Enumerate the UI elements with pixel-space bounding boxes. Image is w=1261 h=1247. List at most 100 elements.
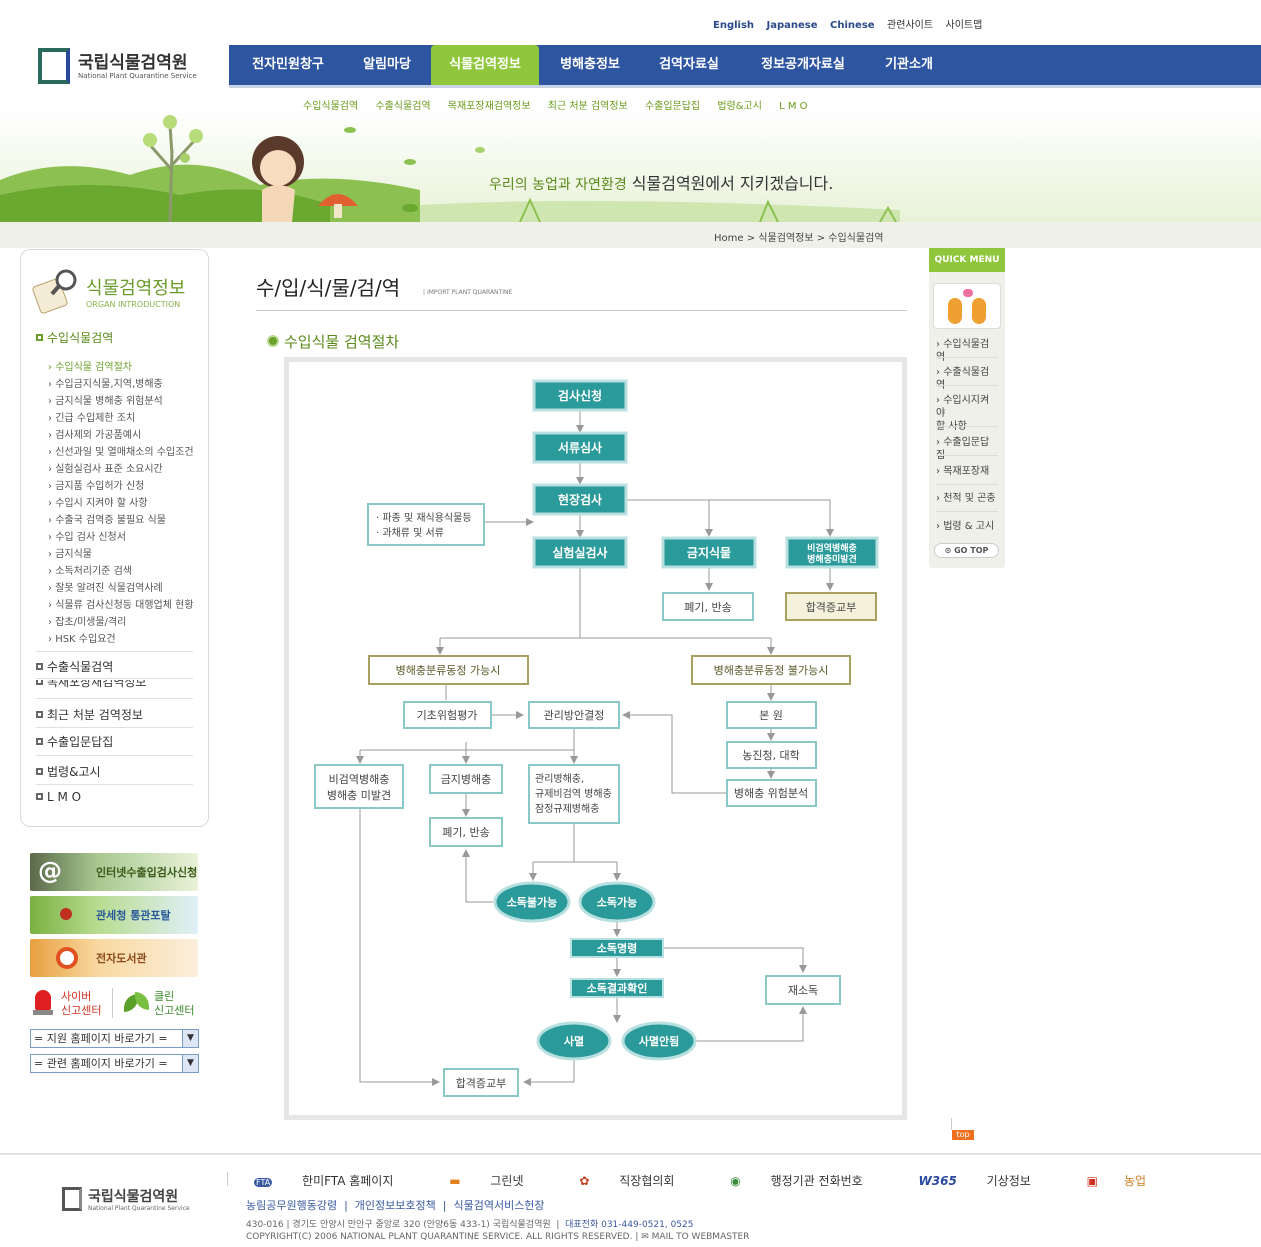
node-discard-return-2: 폐기, 반송	[429, 817, 503, 847]
mail-webmaster-link[interactable]: MAIL TO WEBMASTER	[652, 1232, 750, 1242]
node-prohibited-pest: 금지병해충	[429, 764, 503, 794]
footer-policy-link[interactable]: 식물검역서비스헌장	[453, 1199, 544, 1212]
node-headquarters: 본 원	[726, 701, 817, 729]
footer-link-label: 한미FTA 홈페이지	[302, 1174, 394, 1188]
node-label: 병해충분류동정 가능시	[396, 663, 501, 677]
node-request: 검사신청	[532, 379, 628, 412]
node-label: 현장검사	[558, 492, 602, 507]
footer-link-agriculture[interactable]: ▣ 농업	[1087, 1174, 1172, 1188]
node-label: 농진청, 대학	[742, 749, 800, 762]
node-killed: 사멸	[536, 1021, 612, 1061]
node-pest-risk-analysis: 병해충 위험분석	[726, 779, 817, 807]
node-label: 소독결과확인	[587, 981, 648, 995]
node-label: · 파종 및 재식용식물등	[376, 512, 472, 524]
node-label: 규제비검역 병해충	[535, 787, 612, 800]
node-label: 본 원	[759, 709, 783, 722]
node-basic-risk: 기초위험평가	[403, 701, 492, 729]
node-lab-test: 실험실검사	[532, 536, 628, 569]
quick-item-qa[interactable]: › 수출입문답집	[936, 436, 998, 462]
footer-link-fta[interactable]: FTA 한미FTA 홈페이지	[254, 1174, 419, 1188]
node-label: 병해충미발견	[807, 553, 857, 565]
quick-menu-people-icon	[933, 283, 1001, 329]
divider	[936, 455, 998, 456]
divider	[936, 426, 998, 427]
node-label: 금지식물	[687, 545, 731, 560]
footer-logo-kr: 국립식물검역원	[88, 1189, 179, 1205]
node-label: 합격증교부	[806, 601, 857, 614]
footer-link-label: 기상정보	[986, 1174, 1031, 1188]
agriculture-icon: ▣	[1086, 1174, 1099, 1188]
divider	[936, 511, 998, 512]
node-label: · 과채류 및 서류	[376, 527, 444, 539]
divider	[936, 385, 998, 386]
go-top-label: GO TOP	[954, 546, 989, 555]
footer-link-label: 그린넷	[490, 1174, 524, 1188]
quick-item-label: 수출입문답집	[936, 437, 990, 461]
quick-item-label: 목재포장재	[943, 466, 990, 477]
node-label: 폐기, 반송	[684, 601, 731, 614]
footer-logo: 국립식물검역원 National Plant Quarantine Servic…	[58, 1183, 228, 1219]
quick-item-insects[interactable]: › 천적 및 곤충	[936, 492, 998, 505]
node-label: 병해충분류동정 불가능시	[714, 663, 829, 677]
footer-link-weather[interactable]: W365 기상정보	[919, 1174, 1057, 1188]
node-non-quarantine-pest: 비검역병해충 병해충미발견	[785, 536, 879, 569]
footer-logo-en: National Plant Quarantine Service	[88, 1205, 190, 1212]
node-label: 사멸안됨	[639, 1034, 679, 1048]
node-regulated-pest: 관리병해충, 규제비검역 병해충 잠정규제병해충	[528, 764, 620, 824]
node-label: 소독가능	[597, 895, 637, 909]
node-certificate: 합격증교부	[785, 592, 877, 621]
mail-icon: ✉	[641, 1232, 649, 1242]
quick-item-rules[interactable]: › 수입시지켜야 할 사항	[936, 394, 998, 433]
quick-item-label: 천적 및 곤충	[943, 493, 996, 504]
node-label: 잠정규제병해충	[535, 802, 599, 815]
go-top-button[interactable]: ⊙ GO TOP	[934, 543, 999, 558]
flowchart-svg: 검사신청 서류심사 현장검사 · 파종 및 재식용식물등 · 과채류 및 서류 …	[314, 379, 879, 1097]
top-button[interactable]: top	[952, 1130, 974, 1140]
arrow-up-icon: ⊙	[944, 546, 952, 555]
copyright-text: COPYRIGHT(C) 2006 NATIONAL PLANT QUARANT…	[246, 1232, 633, 1242]
quick-item-label: 수입식물검역	[936, 339, 990, 363]
node-label: 기초위험평가	[417, 709, 478, 722]
divider	[951, 1118, 952, 1130]
node-label: 사멸	[564, 1034, 584, 1048]
phone-text: 대표전화 031-449-0521, 0525	[565, 1220, 694, 1230]
quick-item-label: 수출식물검역	[936, 367, 990, 391]
node-non-quarantine-undetected: 비검역병해충 병해충 미발견	[314, 764, 404, 809]
quick-item-law[interactable]: › 법령 & 고시	[936, 520, 998, 533]
node-label: 금지병해충	[441, 772, 492, 786]
node-re-disinfection: 재소독	[765, 975, 841, 1005]
node-identification-possible: 병해충분류동정 가능시	[368, 655, 529, 685]
node-label: 서류심사	[558, 440, 602, 455]
node-certificate-2: 합격증교부	[443, 1068, 519, 1097]
footer-copyright: COPYRIGHT(C) 2006 NATIONAL PLANT QUARANT…	[246, 1232, 750, 1242]
address-text: 430-016 | 경기도 안양시 만안구 중앙로 320 (안양6동 433-…	[246, 1220, 551, 1230]
quick-item-import[interactable]: › 수입식물검역	[936, 338, 998, 364]
divider	[936, 357, 998, 358]
footer-policy-link[interactable]: 개인정보보호정책	[355, 1199, 436, 1212]
quick-item-wood[interactable]: › 목재포장재	[936, 465, 998, 478]
footer-link-greennet[interactable]: ▬ 그린넷	[449, 1174, 549, 1188]
node-label: 소독불가능	[507, 895, 558, 909]
node-label: 관리방안결정	[544, 709, 605, 722]
node-label: 병해충 위험분석	[734, 786, 808, 800]
node-disinfection-order: 소독명령	[570, 938, 664, 958]
node-label: 병해충 미발견	[327, 788, 391, 802]
quick-item-export[interactable]: › 수출식물검역	[936, 366, 998, 392]
footer-link-council[interactable]: ✿ 직장협의회	[579, 1174, 700, 1188]
node-label: 비검역병해충	[329, 772, 390, 786]
footer-link-phone[interactable]: ◉ 행정기관 전화번호	[730, 1174, 888, 1188]
node-disinfection-impossible: 소독불가능	[493, 881, 571, 923]
node-label: 소독명령	[597, 941, 637, 955]
node-sowing-plants: · 파종 및 재식용식물등 · 과채류 및 서류	[367, 503, 485, 546]
node-label: 합격증교부	[456, 1077, 507, 1090]
node-rda-university: 농진청, 대학	[726, 741, 817, 769]
node-management-decision: 관리방안결정	[528, 701, 620, 729]
node-disinfection-possible: 소독가능	[578, 881, 656, 923]
footer-policy-link[interactable]: 농림공무원행동강령	[246, 1199, 337, 1212]
phone-icon: ◉	[730, 1174, 741, 1188]
footer-link-label: 행정기관 전화번호	[770, 1174, 863, 1188]
footer-family-links: FTA 한미FTA 홈페이지 ▬ 그린넷 ✿ 직장협의회 ◉ 행정기관 전화번호…	[254, 1172, 1198, 1189]
node-label: 실험실검사	[552, 545, 607, 560]
footer-address: 430-016 | 경기도 안양시 만안구 중앙로 320 (안양6동 433-…	[246, 1220, 694, 1230]
node-document-review: 서류심사	[532, 431, 628, 464]
